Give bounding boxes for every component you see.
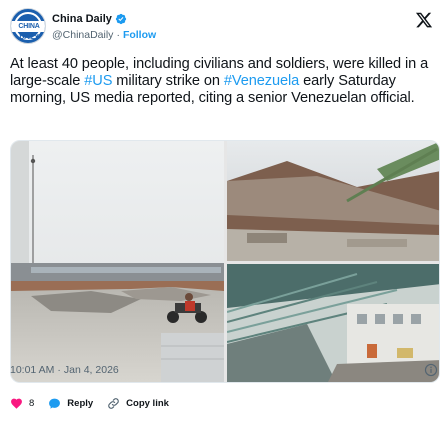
media-photo-2[interactable] xyxy=(227,141,439,261)
name-row: China Daily xyxy=(52,11,127,27)
verified-badge-icon xyxy=(115,13,127,25)
avatar[interactable]: CHINA DAILY xyxy=(10,8,46,44)
display-name[interactable]: China Daily xyxy=(52,13,112,25)
action-bar: 8 Reply Copy link xyxy=(10,396,183,410)
tweet-date[interactable]: Jan 4, 2026 xyxy=(64,364,119,376)
heart-icon xyxy=(11,398,22,409)
info-icon[interactable] xyxy=(424,363,438,377)
reply-button[interactable]: Reply xyxy=(48,397,93,410)
photo-2-image xyxy=(227,141,439,261)
avatar-logo-text: CHINA DAILY xyxy=(18,23,40,41)
photo-1-image xyxy=(11,141,224,382)
media-photo-1[interactable] xyxy=(11,141,224,382)
timestamp-separator: · xyxy=(57,364,61,376)
handle-row: @ChinaDaily · Follow xyxy=(52,28,156,42)
like-button[interactable]: 8 xyxy=(10,397,34,410)
copy-link-button[interactable]: Copy link xyxy=(107,397,169,410)
reply-bubble-icon xyxy=(49,398,61,409)
handle[interactable]: @ChinaDaily xyxy=(52,29,113,41)
hashtag-link[interactable]: #US xyxy=(84,73,112,89)
handle-separator: · xyxy=(116,29,120,41)
tweet-text-segment: military strike on xyxy=(112,72,224,89)
copy-link-label: Copy link xyxy=(126,397,169,409)
timestamp-row: 10:01 AM · Jan 4, 2026 xyxy=(10,362,438,378)
like-count: 8 xyxy=(29,397,35,409)
tweet-text: At least 40 people, including civilians … xyxy=(10,56,440,106)
tweet-time[interactable]: 10:01 AM xyxy=(10,364,54,376)
reply-label: Reply xyxy=(67,397,94,409)
media-grid[interactable] xyxy=(10,140,440,383)
tweet-header: CHINA DAILY China Daily @ChinaDaily · Fo… xyxy=(10,8,435,44)
follow-button[interactable]: Follow xyxy=(123,29,156,41)
x-logo-icon[interactable] xyxy=(415,11,433,29)
link-icon xyxy=(108,397,119,409)
hashtag-link[interactable]: #Venezuela xyxy=(224,73,299,89)
